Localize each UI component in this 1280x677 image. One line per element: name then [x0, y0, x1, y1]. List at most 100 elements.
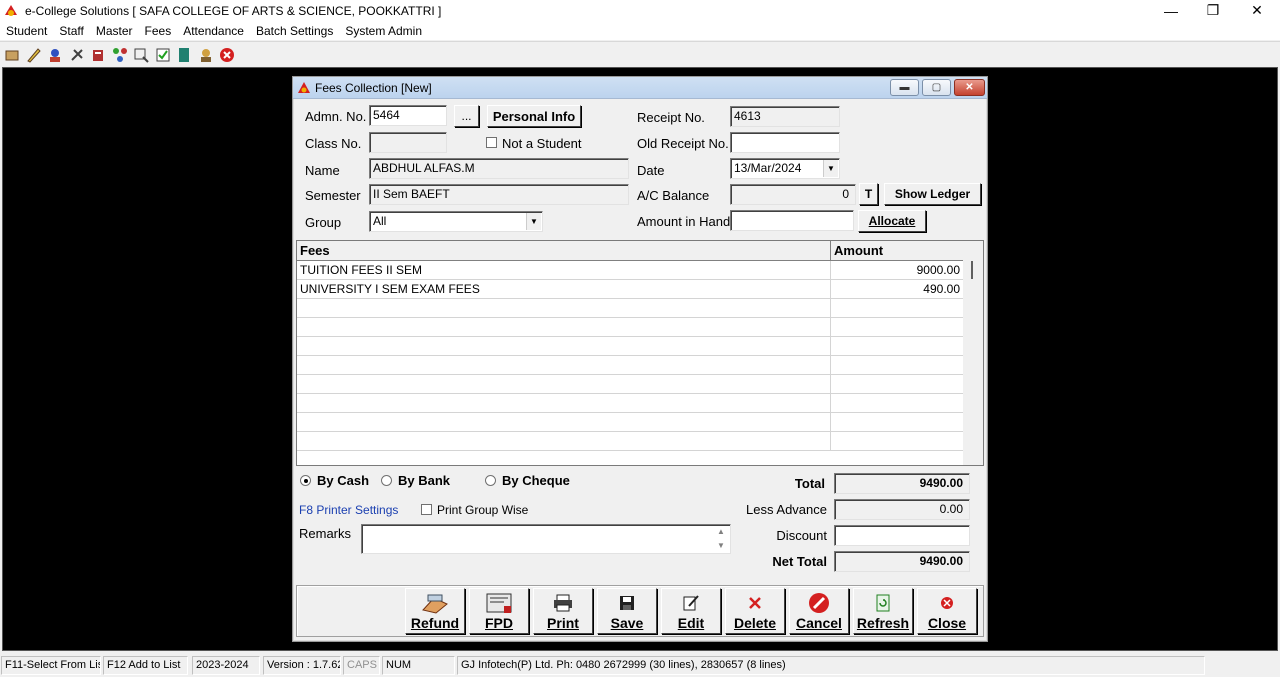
table-row[interactable]	[297, 394, 965, 413]
table-row[interactable]	[297, 318, 965, 337]
student-icon[interactable]	[2, 45, 22, 65]
grid-scrollbar[interactable]	[963, 241, 983, 465]
printer-settings-link[interactable]: F8 Printer Settings	[299, 503, 398, 517]
cancel-button[interactable]: Cancel	[789, 588, 849, 634]
table-row[interactable]: UNIVERSITY I SEM EXAM FEES 490.00	[297, 280, 965, 299]
status-year: 2023-2024	[192, 656, 260, 675]
old-receipt-label: Old Receipt No.	[637, 136, 729, 151]
search-icon[interactable]	[131, 45, 151, 65]
remarks-textarea[interactable]	[361, 524, 731, 554]
date-label: Date	[637, 163, 665, 178]
personal-info-button[interactable]: Personal Info	[487, 105, 581, 127]
table-row[interactable]	[297, 432, 965, 451]
pencil-icon[interactable]	[24, 45, 44, 65]
delete-button[interactable]: Delete	[725, 588, 785, 634]
print-group-wise-checkbox[interactable]	[421, 504, 432, 515]
receipt-label: Receipt No.	[637, 110, 705, 125]
menu-master[interactable]: Master	[96, 24, 133, 38]
date-picker[interactable]: 13/Mar/2024 ▼	[730, 158, 840, 179]
table-row[interactable]	[297, 375, 965, 394]
name-field[interactable]: ABDHUL ALFAS.M	[369, 158, 629, 179]
user-key-icon[interactable]	[196, 45, 216, 65]
action-bar: Refund FPD Print Save Edit Delete Cancel	[296, 585, 984, 637]
by-bank-radio[interactable]	[381, 475, 392, 486]
close-form-button[interactable]: Close	[917, 588, 977, 634]
menu-student[interactable]: Student	[6, 24, 47, 38]
check-icon[interactable]	[153, 45, 173, 65]
minimize-button[interactable]: —	[1150, 0, 1192, 21]
less-advance-label: Less Advance	[746, 502, 827, 517]
refund-icon	[420, 592, 450, 614]
amount-column-header[interactable]: Amount	[831, 241, 965, 261]
admn-no-field[interactable]: 5464	[369, 105, 447, 126]
receipt-no-field[interactable]: 4613	[730, 106, 840, 127]
chevron-down-icon[interactable]: ▼	[526, 213, 541, 230]
net-total-field[interactable]: 9490.00	[834, 551, 970, 572]
semester-label: Semester	[305, 188, 361, 203]
edit-button[interactable]: Edit	[661, 588, 721, 634]
fees-column-header[interactable]: Fees	[297, 241, 831, 261]
t-button[interactable]: T	[859, 183, 878, 205]
network-icon[interactable]	[110, 45, 130, 65]
menu-system-admin[interactable]: System Admin	[345, 24, 422, 38]
child-title: Fees Collection [New]	[315, 80, 432, 95]
fpd-icon	[484, 592, 514, 614]
menu-attendance[interactable]: Attendance	[183, 24, 244, 38]
fees-icon	[297, 81, 311, 95]
save-button[interactable]: Save	[597, 588, 657, 634]
print-button[interactable]: Print	[533, 588, 593, 634]
allocate-button[interactable]: Allocate	[858, 210, 926, 232]
group-label: Group	[305, 215, 342, 230]
child-maximize-button[interactable]: ▢	[922, 79, 951, 96]
table-row[interactable]	[297, 337, 965, 356]
tools-icon[interactable]	[67, 45, 87, 65]
not-student-checkbox[interactable]	[486, 137, 497, 148]
ledger-icon[interactable]	[174, 45, 194, 65]
fpd-button[interactable]: FPD	[469, 588, 529, 634]
by-cash-label[interactable]: By Cash	[317, 473, 369, 488]
class-no-field[interactable]	[369, 132, 447, 153]
less-advance-field[interactable]: 0.00	[834, 499, 970, 520]
menu-fees[interactable]: Fees	[145, 24, 172, 38]
refund-button[interactable]: Refund	[405, 588, 465, 634]
title-bar: e-College Solutions [ SAFA COLLEGE OF AR…	[0, 0, 1280, 21]
ac-balance-field[interactable]: 0	[730, 184, 856, 205]
menu-staff[interactable]: Staff	[59, 24, 83, 38]
total-field[interactable]: 9490.00	[834, 473, 970, 494]
child-minimize-button[interactable]: ▬	[890, 79, 919, 96]
by-cheque-label[interactable]: By Cheque	[502, 473, 570, 488]
close-button[interactable]: ✕	[1236, 0, 1278, 21]
table-row[interactable]	[297, 299, 965, 318]
remarks-label: Remarks	[299, 526, 352, 541]
table-row[interactable]	[297, 356, 965, 375]
table-row[interactable]: TUITION FEES II SEM 9000.00	[297, 261, 965, 280]
discount-field[interactable]	[834, 525, 970, 546]
calendar-dropdown-icon[interactable]: ▼	[823, 160, 838, 177]
child-close-button[interactable]: ✕	[954, 79, 985, 96]
by-cash-radio[interactable]	[300, 475, 311, 486]
down-arrow-icon[interactable]: ▼	[717, 541, 725, 550]
by-bank-label[interactable]: By Bank	[398, 473, 450, 488]
amount-cell: 490.00	[831, 280, 965, 299]
table-row[interactable]	[297, 413, 965, 432]
amount-cell: 9000.00	[831, 261, 965, 280]
old-receipt-field[interactable]	[730, 132, 840, 153]
status-version: Version : 1.7.62	[263, 656, 341, 675]
net-total-label: Net Total	[772, 554, 827, 569]
scroll-thumb[interactable]	[971, 261, 973, 279]
amount-in-hand-field[interactable]	[730, 210, 854, 231]
refresh-button[interactable]: Refresh	[853, 588, 913, 634]
menu-batch-settings[interactable]: Batch Settings	[256, 24, 333, 38]
browse-button[interactable]: ...	[454, 105, 479, 127]
restore-button[interactable]: ❐	[1192, 0, 1234, 21]
group-dropdown[interactable]: All ▼	[369, 211, 543, 232]
semester-field[interactable]: II Sem BAEFT	[369, 184, 629, 205]
fees-grid[interactable]: Fees Amount TUITION FEES II SEM 9000.00 …	[296, 240, 984, 466]
show-ledger-button[interactable]: Show Ledger	[884, 183, 981, 205]
book-icon[interactable]	[88, 45, 108, 65]
edit-icon	[682, 592, 700, 614]
exit-icon[interactable]	[217, 45, 237, 65]
up-arrow-icon[interactable]: ▲	[717, 527, 725, 536]
by-cheque-radio[interactable]	[485, 475, 496, 486]
staff-icon[interactable]	[45, 45, 65, 65]
